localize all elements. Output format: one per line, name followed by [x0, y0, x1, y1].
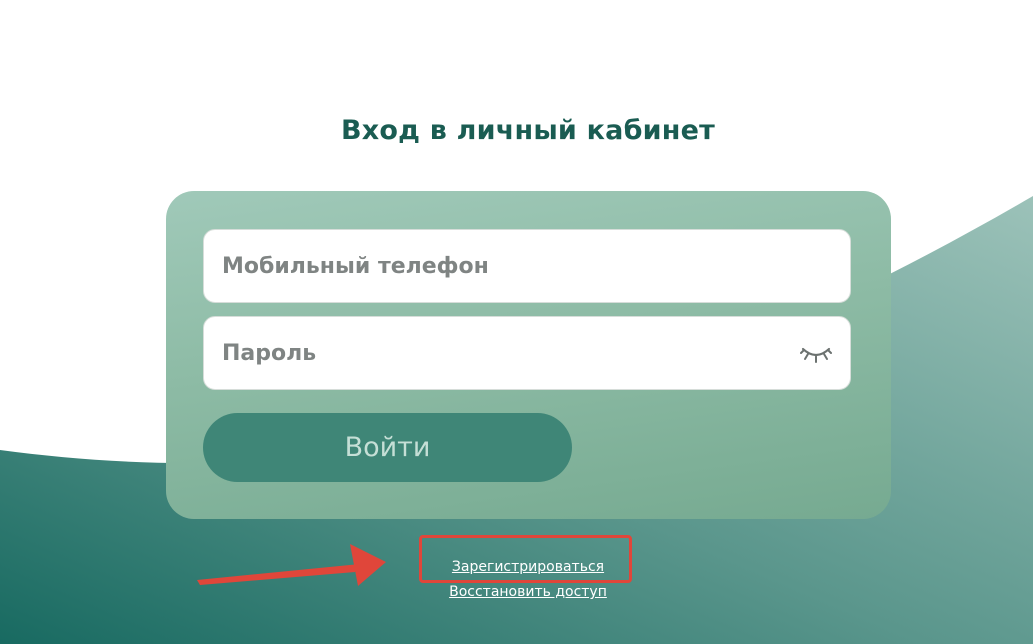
page-title: Вход в личный кабинет — [341, 115, 715, 147]
phone-field[interactable] — [203, 229, 851, 303]
password-field[interactable] — [203, 316, 851, 390]
annotation-arrow-icon — [197, 544, 386, 586]
login-card: Войти — [166, 191, 891, 519]
eye-closed-icon[interactable] — [800, 341, 832, 365]
phone-input[interactable] — [222, 230, 782, 302]
restore-access-link[interactable]: Восстановить доступ — [0, 580, 1033, 605]
login-button[interactable]: Войти — [203, 413, 572, 482]
password-input[interactable] — [222, 317, 782, 389]
annotation-highlight-box — [419, 535, 632, 583]
